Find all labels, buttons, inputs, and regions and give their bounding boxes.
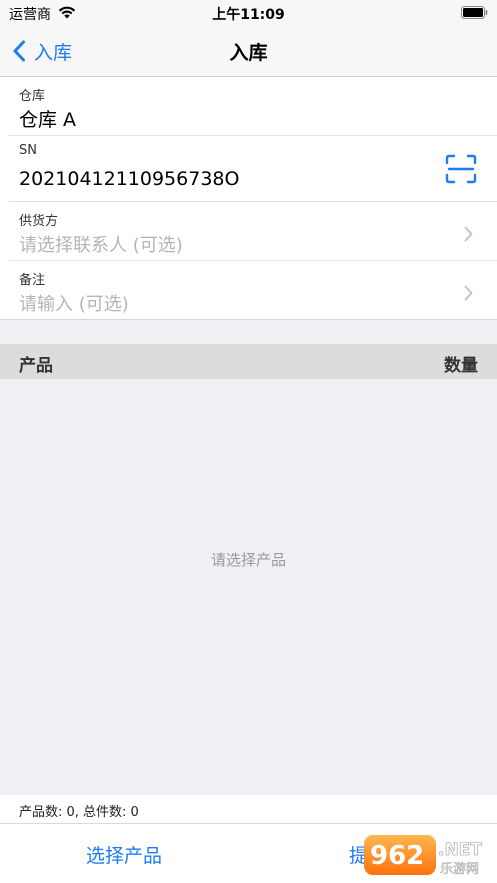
product-list[interactable]: 请选择产品 — [0, 379, 497, 795]
page-title: 入库 — [229, 42, 268, 64]
scan-icon[interactable] — [445, 154, 477, 184]
column-product: 产品 — [19, 356, 53, 376]
battery-icon — [461, 6, 488, 19]
chevron-right-icon — [464, 285, 473, 301]
status-bar: 运营商 上午11:09 — [0, 0, 497, 26]
sn-row[interactable]: SN 20210412110956738O — [9, 136, 497, 202]
supplier-row[interactable]: 供货方 请选择联系人 (可选) — [9, 202, 497, 261]
empty-state-text: 请选择产品 — [210, 551, 286, 569]
product-list-header: 产品 数量 — [0, 344, 497, 379]
chevron-right-icon — [464, 226, 473, 242]
section-spacer — [0, 320, 497, 344]
watermark-logo: 962 .NET 乐游网 — [364, 835, 483, 877]
warehouse-value: 仓库 A — [19, 109, 77, 131]
summary-text: 产品数: 0, 总件数: 0 — [19, 805, 139, 820]
svg-text:乐游网: 乐游网 — [440, 862, 479, 877]
column-quantity: 数量 — [444, 356, 478, 376]
nav-bar: 入库 入库 — [0, 26, 497, 77]
screen: 运营商 上午11:09 入库 入库 仓库 仓库 A SN 20210412110… — [0, 0, 497, 883]
warehouse-label: 仓库 — [19, 89, 46, 104]
select-product-button[interactable]: 选择产品 — [86, 841, 162, 868]
warehouse-row[interactable]: 仓库 仓库 A — [9, 78, 497, 136]
status-time: 上午11:09 — [212, 7, 285, 23]
svg-text:962: 962 — [370, 841, 424, 871]
supplier-placeholder: 请选择联系人 (可选) — [19, 235, 183, 256]
note-field[interactable]: 请输入 (可选) — [19, 290, 129, 316]
stock-in-form: 仓库 仓库 A SN 20210412110956738O 供货方 请选择联系人… — [0, 78, 497, 320]
supplier-label: 供货方 — [19, 214, 59, 229]
sn-field[interactable]: 20210412110956738O — [19, 168, 239, 190]
note-row[interactable]: 备注 请输入 (可选) — [0, 261, 497, 320]
sn-label: SN — [19, 143, 37, 158]
note-label: 备注 — [19, 273, 46, 288]
svg-text:.NET: .NET — [438, 840, 482, 860]
summary-bar: 产品数: 0, 总件数: 0 — [0, 795, 497, 824]
